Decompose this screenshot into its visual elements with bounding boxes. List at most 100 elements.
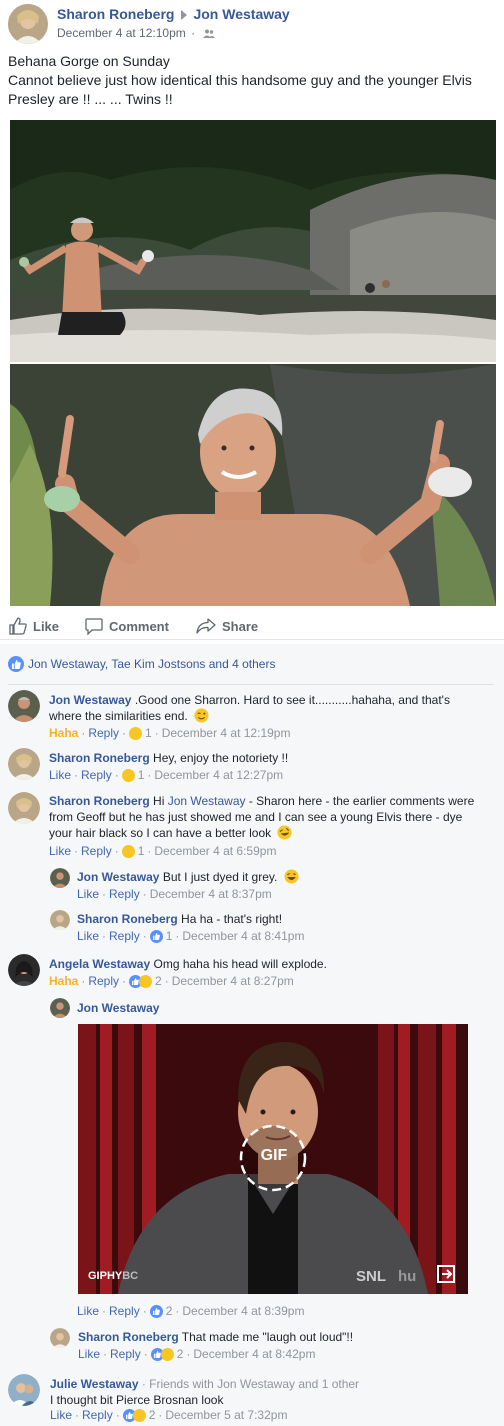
commenter-name[interactable]: Jon Westaway [77,870,159,884]
reaction-count[interactable]: 2 [155,974,162,988]
comment-text: Hi [149,794,168,808]
commenter-avatar[interactable] [50,1328,70,1348]
comment-button[interactable]: Comment [85,616,169,636]
like-link[interactable]: Like [77,929,99,943]
reply-link[interactable]: Reply [88,974,119,988]
giphy-label: GIPHY [88,1270,123,1282]
like-link[interactable]: Like [78,1347,100,1361]
reply-link[interactable]: Reply [82,1408,113,1422]
comment: Jon Westaway .Good one Sharron. Hard to … [8,690,478,740]
like-link[interactable]: Like [49,768,71,782]
reaction-count[interactable]: 1 [145,726,152,740]
commenter-avatar[interactable] [8,1374,40,1406]
arrow-right-icon [181,10,188,21]
reaction-count[interactable]: 1 [166,929,173,943]
reaction-count[interactable]: 1 [138,844,145,858]
reply-link[interactable]: Reply [81,768,112,782]
like-reaction-icon [149,1304,163,1318]
comment-text: from Geoff but he has just showed me and… [49,810,463,824]
comment-time[interactable]: December 4 at 8:41pm [182,929,304,943]
show-watermark: SNL hu [356,1268,416,1285]
share-icon [196,618,216,634]
reaction-count[interactable]: 2 [149,1408,156,1422]
reactions-summary[interactable]: Jon Westaway, Tae Kim Jostsons and 4 oth… [8,656,275,672]
like-label: Like [33,618,60,634]
comment-time[interactable]: December 4 at 8:42pm [193,1347,315,1361]
reaction-link[interactable]: Haha [49,726,78,740]
commenter-name[interactable]: Sharon Roneberg [49,751,150,765]
like-link[interactable]: Like [77,887,99,901]
post-photo-gorge-wide[interactable] [10,120,496,362]
commenter-avatar[interactable] [8,748,40,780]
wink-emoji-icon [194,708,209,723]
comment-time[interactable]: December 4 at 12:27pm [154,768,283,782]
haha-reaction-icon [139,974,153,988]
commenter-avatar[interactable] [50,868,70,888]
commenter-name[interactable]: Sharon Roneberg [77,912,178,926]
haha-reaction-icon [121,768,135,782]
author-avatar[interactable] [8,4,48,44]
comment-time[interactable]: December 4 at 8:37pm [150,887,272,901]
comment-time[interactable]: December 5 at 7:32pm [165,1408,287,1422]
comment-text: where the similarities end. [49,709,188,723]
like-button[interactable]: Like [9,616,59,636]
comment-meta: Like · Reply · December 4 at 8:37pm [77,887,272,901]
commenter-avatar[interactable] [50,998,70,1018]
comment-text: your hair black so I can have a better l… [49,826,272,840]
like-link[interactable]: Like [77,1304,99,1318]
post-photo-closeup[interactable] [10,364,496,606]
share-button[interactable]: Share [196,616,258,636]
commenter-avatar[interactable] [8,690,40,722]
comment-time[interactable]: December 4 at 8:27pm [172,974,294,988]
post-header-names: Sharon Roneberg Jon Westaway [57,6,290,22]
commenter-avatar[interactable] [8,792,40,824]
commenter-name[interactable]: Jon Westaway [49,693,131,707]
haha-reaction-icon [132,1408,146,1422]
comment-meta: Like · Reply · 1 · December 4 at 6:59pm [49,844,277,858]
open-external-icon[interactable] [436,1264,456,1284]
commenter-name[interactable]: Sharon Roneberg [49,794,150,808]
comment-body: Jon Westaway [77,1000,159,1016]
comment-text: I thought bit Pierce Brosnan look [50,1393,224,1407]
target-name[interactable]: Jon Westaway [193,6,289,22]
gif-attachment[interactable]: GIF GIPHYBC SNL hu [78,1024,468,1294]
reply-link[interactable]: Reply [109,929,140,943]
like-link[interactable]: Like [50,1408,72,1422]
commenter-name[interactable]: Sharon Roneberg [78,1330,179,1344]
like-link[interactable]: Like [49,844,71,858]
reaction-link[interactable]: Haha [49,974,78,988]
reactions-summary-text: Jon Westaway, Tae Kim Jostsons and 4 oth… [28,657,276,671]
comment: Sharon Roneberg Hey, enjoy the notoriety… [8,748,478,788]
comment-time[interactable]: December 4 at 6:59pm [154,844,276,858]
post-timestamp[interactable]: December 4 at 12:10pm [57,26,186,40]
commenter-avatar[interactable] [8,954,40,986]
comment: Julie Westaway · Friends with Jon Westaw… [8,1374,478,1424]
reply-link[interactable]: Reply [88,726,119,740]
comment-body: Julie Westaway · Friends with Jon Westaw… [50,1376,480,1408]
friends-note[interactable]: · Friends with Jon Westaway and 1 other [139,1377,359,1391]
friends-audience-icon[interactable] [203,29,216,39]
post-header: Sharon Roneberg Jon Westaway December 4 a… [8,4,498,44]
reply-link[interactable]: Reply [110,1347,141,1361]
reaction-count[interactable]: 2 [177,1347,184,1361]
comment-time[interactable]: December 4 at 8:39pm [182,1304,304,1318]
comment-time[interactable]: December 4 at 12:19pm [162,726,291,740]
reply-link[interactable]: Reply [81,844,112,858]
comment-text: - Sharon here - the earlier comments wer… [245,794,475,808]
commenter-name[interactable]: Jon Westaway [77,1001,159,1015]
commenter-name[interactable]: Julie Westaway [50,1377,139,1391]
comment-meta: Like · Reply · 1 · December 4 at 8:41pm [77,929,305,943]
reaction-count[interactable]: 1 [138,768,145,782]
commenter-name[interactable]: Angela Westaway [49,957,150,971]
commenter-avatar[interactable] [50,910,70,930]
comment-meta: Like · Reply · 2 · December 4 at 8:42pm [78,1347,316,1361]
reply-link[interactable]: Reply [109,1304,140,1318]
reply-link[interactable]: Reply [109,887,140,901]
author-name[interactable]: Sharon Roneberg [57,6,174,22]
rofl-emoji-icon [277,825,292,840]
gif-comment-meta: Like · Reply · 2 · December 4 at 8:39pm [77,1304,305,1318]
reply-comment: Jon Westaway But I just dyed it grey. Li… [50,868,504,906]
thumbs-up-icon [9,617,27,635]
mention-link[interactable]: Jon Westaway [168,794,246,808]
reaction-count[interactable]: 2 [166,1304,173,1318]
